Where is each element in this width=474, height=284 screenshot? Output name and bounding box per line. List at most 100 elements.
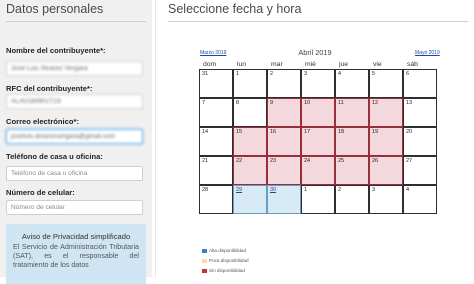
email-input[interactable]: joseluis.alvarezvergara@gmail.com [6,129,143,144]
calendar-day-cell: 9 [267,98,301,127]
day-number: 27 [406,158,413,164]
day-number: 23 [270,158,277,164]
taxpayer-name-input[interactable]: José Luis Álvarez Vergara [6,61,143,76]
calendar-day-cell: 20 [403,127,437,156]
calendar-day-cell[interactable]: 29 [233,185,267,214]
weekday-5: vie [373,61,382,68]
day-number[interactable]: 30 [270,187,276,193]
day-number: 21 [202,158,209,164]
calendar-day-cell[interactable]: 30 [267,185,301,214]
calendar-day-cell: 28 [199,185,233,214]
rfc-label: RFC del contribuyente*: [6,84,93,93]
calendar-day-cell: 21 [199,156,233,185]
month-title: Abril 2019 [298,48,332,57]
calendar-day-cell: 26 [369,156,403,185]
day-number: 10 [304,100,311,106]
day-number: 15 [236,129,243,135]
day-number: 1 [304,187,308,193]
day-number: 8 [236,100,240,106]
day-number: 4 [406,187,410,193]
day-number: 31 [202,71,209,77]
legend-label: Alta disponibilidad [209,248,247,253]
calendar-day-cell: 15 [233,127,267,156]
day-number: 17 [304,129,311,135]
privacy-text: El Servicio de Administración Tributaria… [13,243,139,270]
calendar-day-cell: 31 [199,69,233,98]
legend-swatch [202,269,207,273]
weekday-0: dom [203,61,217,68]
calendar-day-cell: 7 [199,98,233,127]
calendar-day-cell: 11 [335,98,369,127]
privacy-notice: Aviso de Privacidad simplificado El Serv… [6,224,146,284]
day-number: 2 [338,187,342,193]
calendar-day-cell: 4 [335,69,369,98]
calendar-day-cell: 24 [301,156,335,185]
legend-label: Poca disponibilidad [209,258,249,263]
day-number: 5 [372,71,376,77]
legend-swatch [202,249,207,253]
phone-label: Teléfono de casa u oficina: [6,152,103,161]
day-number: 19 [372,129,379,135]
prev-month-link[interactable]: Marzo 2019 [200,50,226,56]
legend-label: Sin disponibilidad [209,268,245,273]
day-number: 11 [338,100,344,106]
calendar-day-cell: 18 [335,127,369,156]
mobile-input[interactable]: Número de celular [6,200,143,215]
day-number: 4 [338,71,342,77]
day-number: 25 [338,158,345,164]
privacy-title: Aviso de Privacidad simplificado [21,232,131,241]
calendar-day-cell: 1 [301,185,335,214]
calendar-day-cell: 6 [403,69,437,98]
taxpayer-name-label: Nombre del contribuyente*: [6,46,106,55]
calendar-day-cell: 10 [301,98,335,127]
day-number: 26 [372,158,379,164]
day-number: 6 [406,71,410,77]
day-number: 18 [338,129,345,135]
title-divider [6,21,146,22]
date-time-title: Seleccione fecha y hora [168,2,302,16]
calendar-day-cell: 27 [403,156,437,185]
calendar-day-cell: 17 [301,127,335,156]
calendar-day-cell: 2 [267,69,301,98]
calendar-day-cell: 3 [301,69,335,98]
day-number: 3 [372,187,376,193]
email-label: Correo electrónico*: [6,117,80,126]
day-number: 9 [270,100,274,106]
calendar-day-cell: 13 [403,98,437,127]
day-number: 1 [236,71,240,77]
rfc-input[interactable]: ALAV180901T19 [6,94,143,109]
weekday-4: jue [339,61,349,68]
weekday-1: lun [237,61,247,68]
weekday-2: mar [271,61,283,68]
day-number: 3 [304,71,308,77]
legend-swatch [202,259,207,263]
calendar-day-cell: 16 [267,127,301,156]
calendar-day-cell: 4 [403,185,437,214]
weekday-6: sáb [407,61,418,68]
calendar-day-cell: 25 [335,156,369,185]
day-number: 28 [202,187,209,193]
calendar-day-cell: 5 [369,69,403,98]
phone-input[interactable]: Teléfono de casa u oficina [6,166,143,181]
calendar-day-cell: 23 [267,156,301,185]
panel-divider [155,0,156,277]
weekday-3: mié [305,61,316,68]
day-number: 22 [236,158,243,164]
mobile-label: Número de celular: [6,188,75,197]
day-number: 16 [270,129,277,135]
calendar-day-cell: 14 [199,127,233,156]
calendar-day-cell: 2 [335,185,369,214]
day-number: 13 [406,100,413,106]
next-month-link[interactable]: Mayo 2019 [415,50,440,56]
day-number: 14 [202,129,209,135]
calendar-day-cell: 3 [369,185,403,214]
day-number: 24 [304,158,311,164]
calendar-day-cell: 8 [233,98,267,127]
calendar-day-cell: 12 [369,98,403,127]
calendar-day-cell: 22 [233,156,267,185]
day-number[interactable]: 29 [236,187,242,193]
calendar-day-cell: 1 [233,69,267,98]
day-number: 20 [406,129,413,135]
day-number: 2 [270,71,274,77]
calendar-day-cell: 19 [369,127,403,156]
